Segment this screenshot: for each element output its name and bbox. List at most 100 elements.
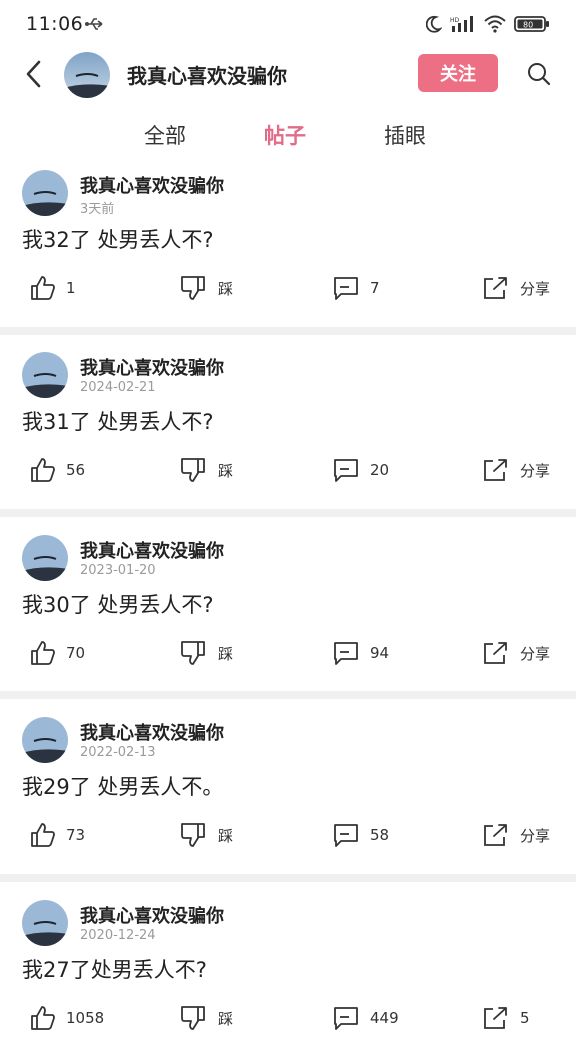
comment-icon [334,642,358,665]
dislike-label: 踩 [218,461,234,480]
comment-icon [334,277,358,300]
tab-posts[interactable]: 帖子 [264,120,306,150]
avatar[interactable] [22,352,68,398]
post-text[interactable]: 我30了 处男丢人不? [22,589,214,619]
post-time: 2024-02-21 [80,380,156,395]
comment-count: 7 [370,279,380,297]
post-actions: 73 踩 58 分享 [0,817,576,853]
post-item[interactable]: 我真心喜欢没骗你 3天前 我32了 处男丢人不? 1 踩 7 分享 [0,162,576,336]
comment-count: 449 [370,1009,399,1027]
comment-count: 58 [370,826,390,844]
thumbs-up-icon [31,276,55,300]
share-icon [484,642,507,664]
profile-tabs: 全部 帖子 插眼 [0,110,576,160]
share-button[interactable]: 分享 [482,635,550,671]
moon-icon [426,15,442,33]
divider [0,327,576,335]
svg-text:80: 80 [523,21,533,30]
share-icon [484,1007,507,1029]
avatar[interactable] [22,900,68,946]
dislike-button[interactable]: 踩 [180,635,233,671]
share-icon [484,277,507,299]
comment-icon [334,824,358,847]
post-text[interactable]: 我31了 处男丢人不? [22,406,214,436]
dislike-label: 踩 [218,279,234,298]
comment-button[interactable]: 58 [332,817,389,853]
avatar[interactable] [64,52,110,98]
like-count: 1 [66,279,76,297]
post-item[interactable]: 我真心喜欢没骗你 2023-01-20 我30了 处男丢人不? 70 踩 94 … [0,527,576,701]
post-actions: 1 踩 7 分享 [0,270,576,306]
post-time: 3天前 [80,202,115,217]
thumbs-down-icon [181,458,205,482]
like-count: 70 [66,644,86,662]
post-time: 2022-02-13 [80,745,156,760]
comment-button[interactable]: 20 [332,452,389,488]
search-icon[interactable] [526,61,552,87]
comment-button[interactable]: 94 [332,635,389,671]
post-actions: 70 踩 94 分享 [0,635,576,671]
post-time: 2023-01-20 [80,563,156,578]
share-button[interactable]: 分享 [482,452,550,488]
battery-icon: 80 [514,16,549,32]
thumbs-up-icon [31,458,55,482]
comment-icon [334,459,358,482]
post-time: 2020-12-24 [80,928,156,943]
thumbs-up-icon [31,1006,55,1030]
avatar[interactable] [22,535,68,581]
dislike-button[interactable]: 踩 [180,1000,233,1036]
dislike-button[interactable]: 踩 [180,452,233,488]
like-button[interactable]: 1058 [30,1000,104,1036]
thumbs-down-icon [181,1006,205,1030]
post-author[interactable]: 我真心喜欢没骗你 [80,172,224,198]
post-actions: 1058 踩 449 5 [0,1000,576,1036]
share-button[interactable]: 分享 [482,817,550,853]
like-button[interactable]: 70 [30,635,85,671]
share-button[interactable]: 5 [482,1000,530,1036]
post-actions: 56 踩 20 分享 [0,452,576,488]
thumbs-down-icon [181,276,205,300]
share-label: 分享 [520,461,551,480]
post-author[interactable]: 我真心喜欢没骗你 [80,719,224,745]
post-text[interactable]: 我27了处男丢人不? [22,954,207,984]
tab-all[interactable]: 全部 [144,120,186,150]
dislike-label: 踩 [218,826,234,845]
share-button[interactable]: 分享 [482,270,550,306]
avatar[interactable] [22,170,68,216]
post-author[interactable]: 我真心喜欢没骗你 [80,354,224,380]
post-item[interactable]: 我真心喜欢没骗你 2022-02-13 我29了 处男丢人不。 73 踩 58 … [0,709,576,883]
share-label: 分享 [520,279,551,298]
post-author[interactable]: 我真心喜欢没骗你 [80,902,224,928]
like-count: 1058 [66,1009,105,1027]
like-button[interactable]: 56 [30,452,85,488]
post-item[interactable]: 我真心喜欢没骗你 2020-12-24 我27了处男丢人不? 1058 踩 44… [0,892,576,1057]
dislike-button[interactable]: 踩 [180,270,233,306]
divider [0,874,576,882]
post-item[interactable]: 我真心喜欢没骗你 2024-02-21 我31了 处男丢人不? 56 踩 20 … [0,344,576,518]
thumbs-up-icon [31,823,55,847]
wifi-icon [484,15,506,33]
divider [0,691,576,699]
comment-button[interactable]: 7 [332,270,380,306]
dislike-button[interactable]: 踩 [180,817,233,853]
back-arrow-icon[interactable] [20,58,46,90]
like-button[interactable]: 73 [30,817,85,853]
comment-count: 94 [370,644,390,662]
comment-button[interactable]: 449 [332,1000,399,1036]
post-author[interactable]: 我真心喜欢没骗你 [80,537,224,563]
post-text[interactable]: 我32了 处男丢人不? [22,224,214,254]
status-time: 11:06 [26,13,84,35]
dislike-label: 踩 [218,644,234,663]
avatar[interactable] [22,717,68,763]
divider [0,509,576,517]
status-icons: HD 80 [426,14,550,34]
post-text[interactable]: 我29了 处男丢人不。 [22,771,223,801]
share-label: 分享 [520,644,551,663]
tab-bookmarks[interactable]: 插眼 [384,120,426,150]
share-icon [484,459,507,481]
comment-icon [334,1007,358,1030]
follow-button[interactable]: 关注 [418,54,498,92]
thumbs-down-icon [181,641,205,665]
status-bar: 11:06 HD 80 [0,0,576,48]
like-button[interactable]: 1 [30,270,76,306]
